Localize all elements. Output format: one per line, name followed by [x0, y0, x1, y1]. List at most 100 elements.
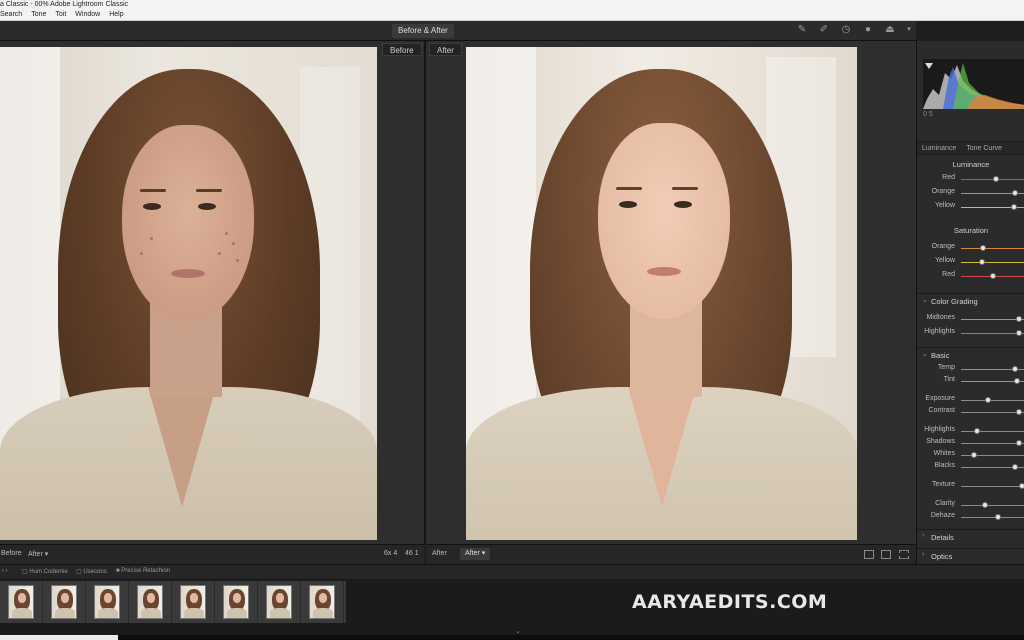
basic-section[interactable]: ⌄ Basic	[917, 347, 1024, 361]
slider-yellow[interactable]: Yellow	[917, 202, 1024, 212]
after-bottom-bar: After After ▾	[426, 544, 916, 564]
slider-highlights[interactable]: Highlights	[917, 426, 1024, 436]
grid-icon[interactable]: ‹ ›	[2, 568, 8, 574]
slider-thumb[interactable]	[980, 245, 987, 251]
filmstrip-thumbnail[interactable]	[129, 581, 172, 623]
slider-orange[interactable]: Orange	[917, 243, 1024, 253]
chevron-right-icon: ›	[922, 532, 925, 539]
view-mode-button[interactable]: Before & After	[392, 24, 454, 38]
filmstrip-thumbnail[interactable]	[258, 581, 301, 623]
menu-tone[interactable]: Tone	[31, 10, 46, 20]
filmstrip-item-3[interactable]: ■ Precise Retachion	[116, 568, 170, 574]
slider-contrast[interactable]: Contrast	[917, 407, 1024, 417]
menu-toit[interactable]: Toit	[55, 10, 66, 20]
slider-thumb[interactable]	[995, 514, 1002, 520]
thumbnail-image	[137, 585, 163, 619]
chevron-down-icon[interactable]: ⌄	[515, 627, 521, 635]
slider-label: Clarity	[935, 500, 955, 507]
slider-track[interactable]	[961, 412, 1024, 413]
thumbnail-image	[51, 585, 77, 619]
slider-temp[interactable]: Temp	[917, 364, 1024, 374]
info-icon[interactable]: ●	[862, 24, 874, 36]
slider-thumb[interactable]	[1015, 316, 1022, 322]
crop-icon[interactable]	[899, 550, 909, 559]
slider-texture[interactable]: Texture	[917, 481, 1024, 491]
filmstrip-thumbnail[interactable]	[0, 581, 43, 623]
optics-section[interactable]: › Optics	[917, 548, 1024, 562]
slider-thumb[interactable]	[990, 273, 996, 279]
slider-thumb[interactable]	[984, 397, 991, 403]
slider-dehaze[interactable]: Dehaze	[917, 512, 1024, 522]
slider-orange[interactable]: Orange	[917, 188, 1024, 198]
tool-icons: ✎ ✐ ◷ ● ⏏ ▾	[796, 24, 912, 36]
slider-thumb[interactable]	[1012, 366, 1019, 372]
slider-thumb[interactable]	[1014, 378, 1021, 384]
before-select[interactable]: After ▾	[28, 550, 48, 558]
grid-view-icon[interactable]	[864, 550, 874, 559]
slider-yellow[interactable]: Yellow	[917, 257, 1024, 267]
filmstrip-thumbnail[interactable]	[43, 581, 86, 623]
filmstrip-thumbnail[interactable]	[172, 581, 215, 623]
brush-icon[interactable]: ✎	[796, 24, 808, 36]
filmstrip-item-2[interactable]: ▢ Usecons	[76, 568, 107, 575]
slider-thumb[interactable]	[1018, 483, 1024, 489]
slider-clarity[interactable]: Clarity	[917, 500, 1024, 510]
slider-thumb[interactable]	[982, 502, 989, 508]
clock-icon[interactable]: ◷	[840, 24, 852, 36]
compare-view-icon[interactable]	[881, 550, 891, 559]
slider-track[interactable]	[961, 262, 1024, 263]
details-title: Details	[931, 533, 954, 542]
saturation-heading: Saturation	[953, 226, 989, 235]
slider-track[interactable]	[961, 400, 1024, 401]
slider-label: Dehaze	[930, 512, 955, 519]
slider-track[interactable]	[961, 443, 1024, 444]
slider-track[interactable]	[961, 319, 1024, 320]
slider-thumb[interactable]	[1011, 204, 1018, 210]
zoom-readout: 6x 4	[384, 550, 398, 557]
filmstrip-thumbnail[interactable]	[86, 581, 129, 623]
slider-whites[interactable]: Whites	[917, 450, 1024, 460]
slider-blacks[interactable]: Blacks	[917, 462, 1024, 472]
slider-thumb[interactable]	[1012, 190, 1019, 196]
color-grading-section[interactable]: ⌄ Color Grading	[917, 293, 1024, 307]
slider-shadows[interactable]: Shadows	[917, 438, 1024, 448]
tab-tone-curve[interactable]: Tone Curve	[961, 142, 1007, 154]
slider-track[interactable]	[961, 505, 1024, 506]
slider-highlights[interactable]: Highlights	[917, 328, 1024, 338]
slider-track[interactable]	[961, 248, 1024, 249]
menu-help[interactable]: Help	[109, 10, 123, 20]
tab-luminance[interactable]: Luminance	[917, 142, 961, 154]
slider-thumb[interactable]	[970, 452, 977, 458]
slider-red[interactable]: Red	[917, 174, 1024, 184]
slider-track[interactable]	[961, 517, 1024, 518]
slider-thumb[interactable]	[974, 428, 980, 434]
slider-track[interactable]	[961, 333, 1024, 334]
slider-label: Temp	[937, 364, 955, 371]
filmstrip-thumbnail[interactable]	[215, 581, 258, 623]
pen-icon[interactable]: ✐	[818, 24, 830, 36]
slider-tint[interactable]: Tint	[917, 376, 1024, 386]
details-section[interactable]: › Details	[917, 529, 1024, 543]
window-title: a Classic - 00% Adobe Lightroom Classic	[0, 0, 1024, 10]
slider-thumb[interactable]	[993, 176, 1000, 182]
after-select[interactable]: After ▾	[460, 548, 491, 560]
slider-thumb[interactable]	[1015, 440, 1022, 446]
slider-thumb[interactable]	[1015, 409, 1022, 415]
slider-thumb[interactable]	[1015, 330, 1022, 336]
taskbar	[118, 635, 1024, 640]
slider-track[interactable]	[961, 486, 1024, 487]
slider-thumb[interactable]	[979, 259, 986, 265]
slider-track[interactable]	[961, 431, 1024, 432]
slider-red[interactable]: Red	[917, 271, 1024, 281]
menu-search[interactable]: Search	[0, 10, 22, 20]
slider-exposure[interactable]: Exposure	[917, 395, 1024, 405]
slider-midtones[interactable]: Midtones	[917, 314, 1024, 324]
filmstrip-item-1[interactable]: ▢ Hum Codemie	[22, 568, 68, 575]
share-icon[interactable]: ⏏	[884, 24, 896, 36]
chevron-down-icon[interactable]: ▾	[906, 24, 912, 36]
filmstrip: ‹ › ▢ Hum Codemie ▢ Usecons ■ Precise Re…	[0, 564, 1024, 640]
menu-window[interactable]: Window	[75, 10, 100, 20]
histogram-readout: 0 5	[923, 111, 933, 118]
filmstrip-thumbnail[interactable]	[301, 581, 344, 623]
slider-thumb[interactable]	[1012, 464, 1019, 470]
